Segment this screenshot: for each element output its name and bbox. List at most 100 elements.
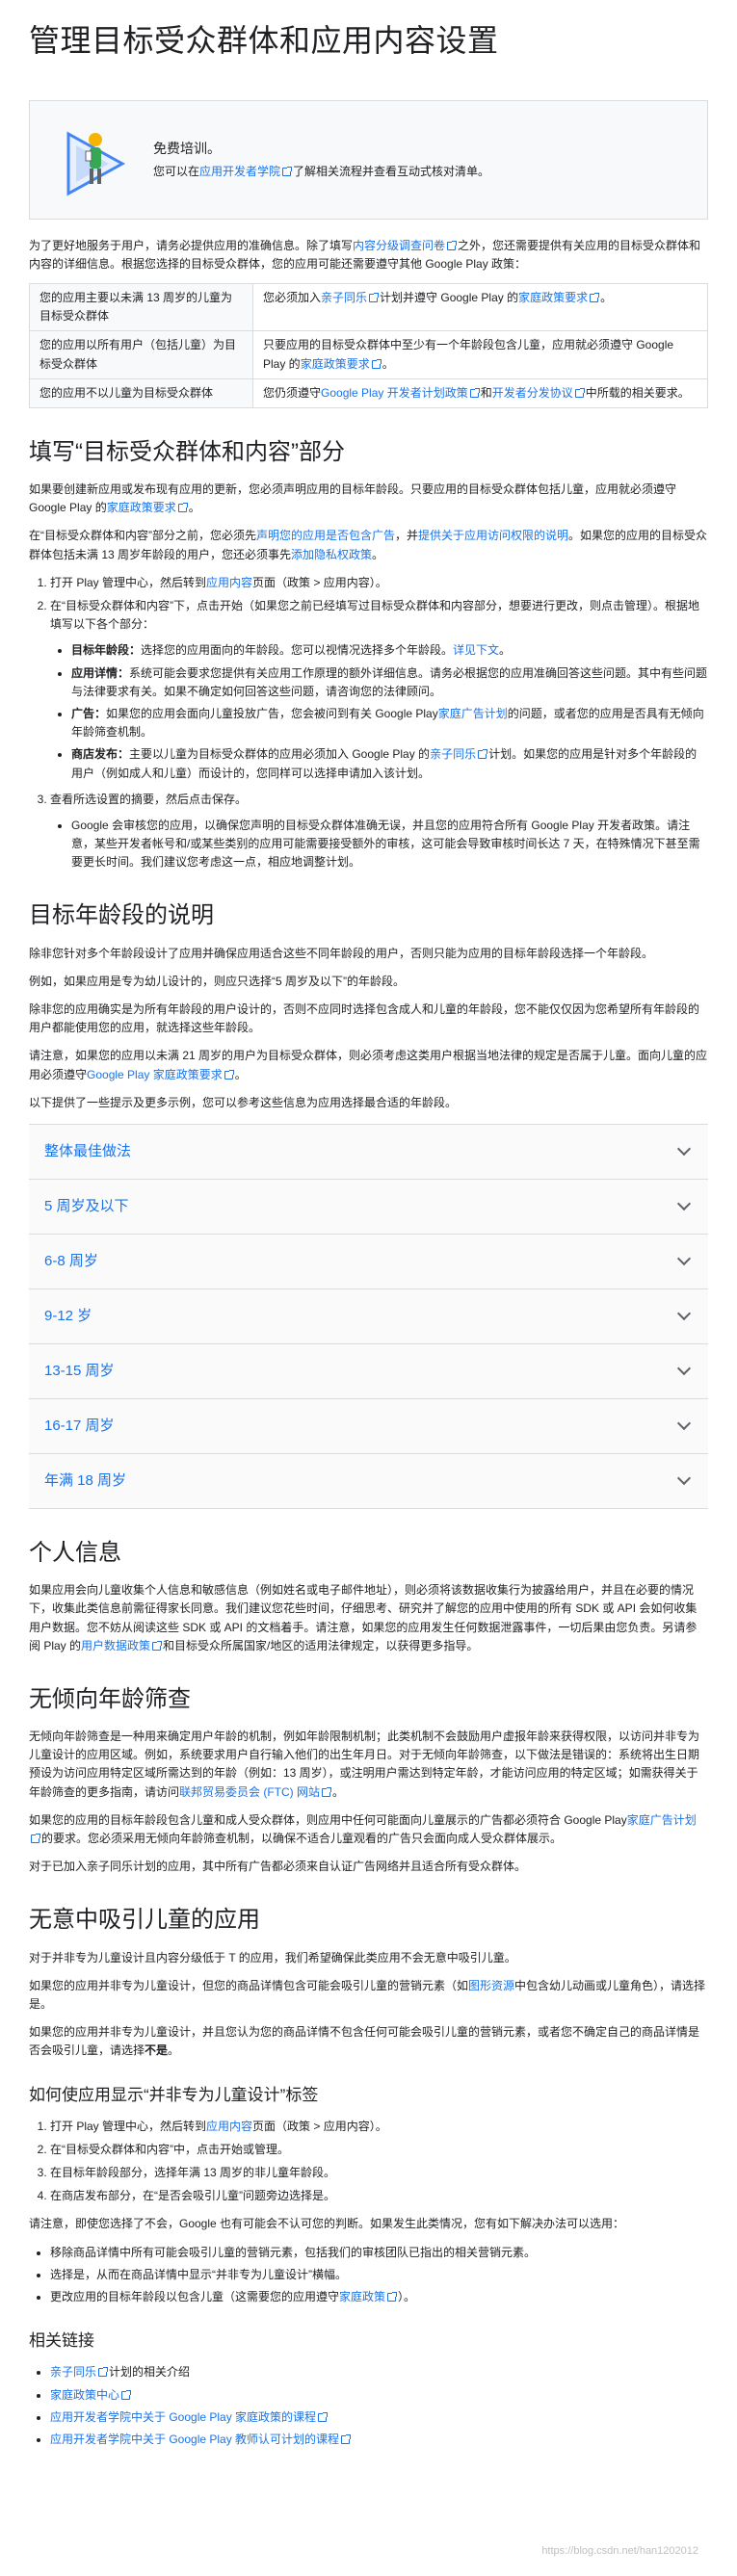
para-text: 在“目标受众群体和内容”部分之前，您必须先 [29, 529, 256, 543]
family-policy-link[interactable]: 家庭政策要求 [518, 291, 588, 304]
chevron-down-icon [676, 1471, 692, 1486]
accordion-item[interactable]: 6-8 周岁 [29, 1234, 708, 1289]
cell-text: 和 [480, 385, 492, 400]
accordion-item[interactable]: 9-12 岁 [29, 1288, 708, 1344]
family-link[interactable]: 亲子同乐 [321, 291, 367, 304]
external-link-icon [478, 749, 488, 760]
section-paragraph: 请注意，如果您的应用以未满 21 周岁的用户为目标受众群体，则必须考虑这类用户根… [29, 1047, 708, 1083]
section-heading: 无倾向年龄筛查 [29, 1685, 191, 1712]
graphic-assets-link[interactable]: 图形资源 [468, 1979, 514, 1992]
item-text: 选择您的应用面向的年龄段。您可以视情况选择多个年龄段。 [141, 643, 454, 658]
accordion-label: 6-8 周岁 [44, 1252, 98, 1269]
sub-list: 目标年龄段：选择您的应用面向的年龄段。您可以视情况选择多个年龄段。详见下文。 应… [50, 641, 708, 782]
accordion-item[interactable]: 年满 18 周岁 [29, 1453, 708, 1509]
external-link-icon [152, 1640, 163, 1651]
app-content-link[interactable]: 应用内容 [206, 2120, 252, 2133]
para-text: ，并 [395, 529, 419, 543]
family-policy-link[interactable]: Google Play 家庭政策要求 [87, 1068, 223, 1081]
steps-list: 打开 Play 管理中心，然后转到应用内容页面（政策 > 应用内容）。 在“目标… [29, 574, 708, 872]
external-link-icon [371, 358, 382, 369]
item-text: 主要以儿童为目标受众群体的应用必须加入 Google Play 的 [129, 747, 431, 762]
ftc-link[interactable]: 联邦贸易委员会 (FTC) 网站 [179, 1785, 320, 1799]
family-policy-link[interactable]: 家庭政策要求 [107, 501, 176, 514]
item-label: 应用详情： [71, 665, 130, 680]
external-link-icon [574, 387, 585, 398]
external-link-icon [318, 2411, 329, 2422]
cell-text: 您必须加入 [263, 290, 322, 304]
list-item: 打开 Play 管理中心，然后转到应用内容页面（政策 > 应用内容）。 [50, 2118, 708, 2136]
app-access-link[interactable]: 提供关于应用访问权限的说明 [418, 529, 568, 542]
sub-list: Google 会审核您的应用，以确保您声明的目标受众群体准确无误，并且您的应用符… [50, 817, 708, 872]
item-label: 目标年龄段： [71, 643, 142, 658]
section-paragraph: 例如，如果应用是专为幼儿设计的，则应只选择“5 周岁及以下”的年龄段。 [29, 974, 406, 988]
family-ads-link[interactable]: 家庭广告计划 [627, 1813, 697, 1827]
accordion-item[interactable]: 13-15 周岁 [29, 1343, 708, 1399]
external-link-icon [121, 2389, 132, 2400]
training-text-after: 了解相关流程并查看互动式核对清单。 [293, 165, 490, 179]
rating-questionnaire-link[interactable]: 内容分级调查问卷 [353, 239, 445, 252]
list-item: 选择是，从而在商品详情中显示“并非专为儿童设计”横幅。 [50, 2266, 708, 2284]
developer-policy-link[interactable]: Google Play 开发者计划政策 [321, 386, 468, 400]
para-text: 如果您的应用的目标年龄段包含儿童和成人受众群体，则应用中任何可能面向儿童展示的广… [29, 1812, 627, 1827]
accordion-label: 5 周岁及以下 [44, 1197, 129, 1214]
list-item: 亲子同乐计划的相关介绍 [50, 2363, 708, 2381]
family-policy-link[interactable]: 家庭政策 [339, 2290, 385, 2303]
external-link-icon [177, 503, 188, 513]
chevron-down-icon [676, 1197, 692, 1211]
accordion-label: 整体最佳做法 [44, 1142, 132, 1159]
section-paragraph: 如果您的应用的目标年龄段包含儿童和成人受众群体，则应用中任何可能面向儿童展示的广… [29, 1811, 708, 1848]
table-cell: 您的应用不以儿童为目标受众群体 [29, 377, 253, 408]
para-text: 如果您的应用并非专为儿童设计，但您的商品详情包含可能会吸引儿童的营销元素（如 [29, 1978, 469, 1992]
step-text: 打开 Play 管理中心，然后转到 [50, 2119, 207, 2133]
watermark: https://blog.csdn.net/han1202012 [541, 2545, 698, 2558]
external-link-icon [369, 292, 380, 302]
para-text: 。 [188, 501, 200, 515]
related-link[interactable]: 家庭政策中心 [50, 2388, 119, 2402]
see-below-link[interactable]: 详见下文 [453, 643, 499, 657]
cell-text: 。 [600, 290, 613, 304]
list-item: 更改应用的目标年龄段以包含儿童（这需要您的应用遵守家庭政策 ）。 [50, 2288, 708, 2306]
policy-table: 您的应用主要以未满 13 周岁的儿童为目标受众群体 您必须加入亲子同乐 计划并遵守… [29, 282, 708, 408]
list-item: 打开 Play 管理中心，然后转到应用内容页面（政策 > 应用内容）。 [50, 574, 708, 592]
item-text: 。 [499, 643, 512, 658]
list-item: 目标年龄段：选择您的应用面向的年龄段。您可以视情况选择多个年龄段。详见下文。 [71, 641, 708, 660]
privacy-policy-link[interactable]: 添加隐私权政策 [291, 548, 372, 561]
cell-text: 您仍须遵守 [263, 385, 322, 400]
para-text: 。 [168, 2043, 180, 2058]
section-paragraph: 如果您的应用并非专为儿童设计，但您的商品详情包含可能会吸引儿童的营销元素（如图形… [29, 1977, 708, 2014]
accordion-item[interactable]: 16-17 周岁 [29, 1398, 708, 1454]
page-title: 管理目标受众群体和应用内容设置 [29, 23, 499, 58]
family-policy-link[interactable]: 家庭政策要求 [301, 357, 370, 371]
list-item: 在“目标受众群体和内容”下，点击开始（如果您之前已经填写过目标受众群体和内容部分… [50, 597, 708, 783]
distribution-agreement-link[interactable]: 开发者分发协议 [492, 386, 573, 400]
family-link[interactable]: 亲子同乐 [430, 747, 476, 761]
related-link[interactable]: 亲子同乐 [50, 2365, 96, 2379]
section-paragraph: 以下提供了一些提示及更多示例，您可以参考这些信息为应用选择最合适的年龄段。 [29, 1095, 458, 1109]
ads-declaration-link[interactable]: 声明您的应用是否包含广告 [256, 529, 395, 542]
family-ads-link[interactable]: 家庭广告计划 [438, 707, 508, 720]
related-link[interactable]: 应用开发者学院中关于 Google Play 家庭政策的课程 [50, 2410, 316, 2424]
accordion-item[interactable]: 5 周岁及以下 [29, 1179, 708, 1235]
table-row: 您的应用以所有用户（包括儿童）为目标受众群体 只要应用的目标受众群体中至少有一个… [29, 330, 708, 379]
section-paragraph: 在“目标受众群体和内容”部分之前，您必须先声明您的应用是否包含广告，并提供关于应… [29, 527, 708, 563]
chevron-down-icon [676, 1252, 692, 1266]
intro-text: 为了更好地服务于用户，请务必提供应用的准确信息。除了填写 [29, 238, 354, 252]
table-cell: 您仍须遵守Google Play 开发者计划政策 和开发者分发协议 中所载的相关要求… [252, 377, 708, 408]
section-heading: 个人信息 [29, 1539, 121, 1566]
accordion-label: 9-12 岁 [44, 1307, 92, 1324]
intro-paragraph: 为了更好地服务于用户，请务必提供应用的准确信息。除了填写内容分级调查问卷 之外，您… [29, 237, 708, 273]
training-banner: 免费培训。 您可以在应用开发者学院 了解相关流程并查看互动式核对清单。 [29, 99, 708, 220]
related-link[interactable]: 应用开发者学院中关于 Google Play 教师认可计划的课程 [50, 2433, 339, 2446]
training-academy-link[interactable]: 应用开发者学院 [199, 165, 280, 178]
external-link-icon [387, 2292, 398, 2303]
app-content-link[interactable]: 应用内容 [206, 576, 252, 589]
step-text: 打开 Play 管理中心，然后转到 [50, 575, 207, 589]
age-accordion: 整体最佳做法 5 周岁及以下 6-8 周岁 9-12 岁 13-15 周岁 16… [29, 1123, 708, 1509]
section-paragraph: 除非您的应用确实是为所有年龄段的用户设计的，否则不应同时选择包含成人和儿童的年龄… [29, 1002, 700, 1035]
chevron-down-icon [676, 1142, 692, 1157]
list-item: 移除商品详情中所有可能会吸引儿童的营销元素，包括我们的审核团队已指出的相关营销元… [50, 2244, 708, 2262]
list-item: 应用开发者学院中关于 Google Play 家庭政策的课程 [50, 2408, 708, 2427]
user-data-policy-link[interactable]: 用户数据政策 [81, 1639, 150, 1652]
accordion-item[interactable]: 整体最佳做法 [29, 1124, 708, 1180]
step-text: 页面（政策 > 应用内容）。 [252, 2119, 387, 2133]
